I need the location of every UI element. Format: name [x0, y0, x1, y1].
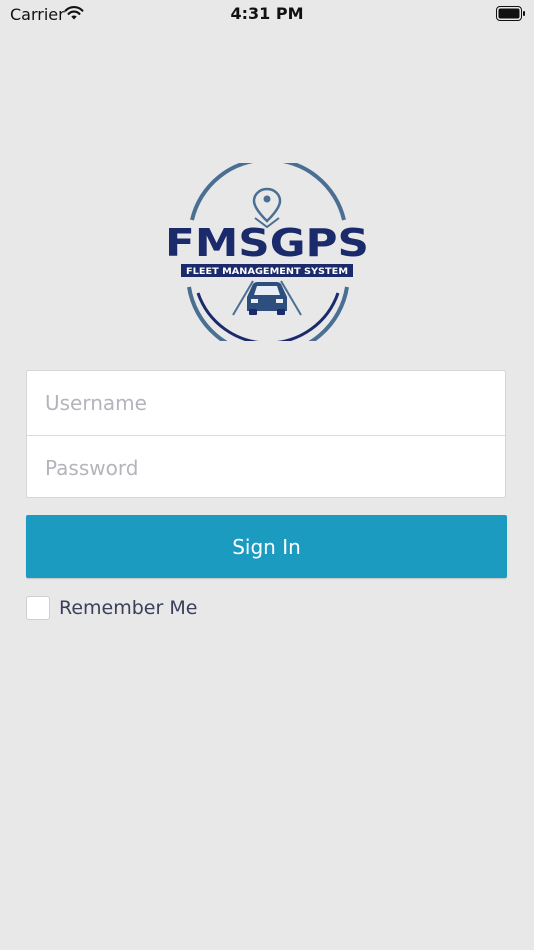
battery-icon — [496, 6, 526, 25]
remember-me-checkbox[interactable] — [26, 596, 50, 620]
status-bar: Carrier 4:31 PM — [0, 0, 534, 28]
clock-label: 4:31 PM — [230, 4, 304, 23]
logo-brand-text: FMSGPS — [165, 221, 369, 265]
logo-tagline-text: FLEET MANAGEMENT SYSTEM — [186, 267, 348, 277]
username-field[interactable] — [27, 371, 505, 435]
remember-me-row[interactable]: Remember Me — [26, 594, 197, 622]
sign-in-button[interactable]: Sign In — [26, 515, 507, 578]
car-icon — [247, 282, 287, 315]
password-field[interactable] — [27, 436, 505, 500]
remember-me-label[interactable]: Remember Me — [59, 597, 197, 619]
login-form — [26, 370, 506, 500]
fmsgps-logo: FMSGPS FLEET MANAGEMENT SYSTEM — [163, 157, 371, 357]
